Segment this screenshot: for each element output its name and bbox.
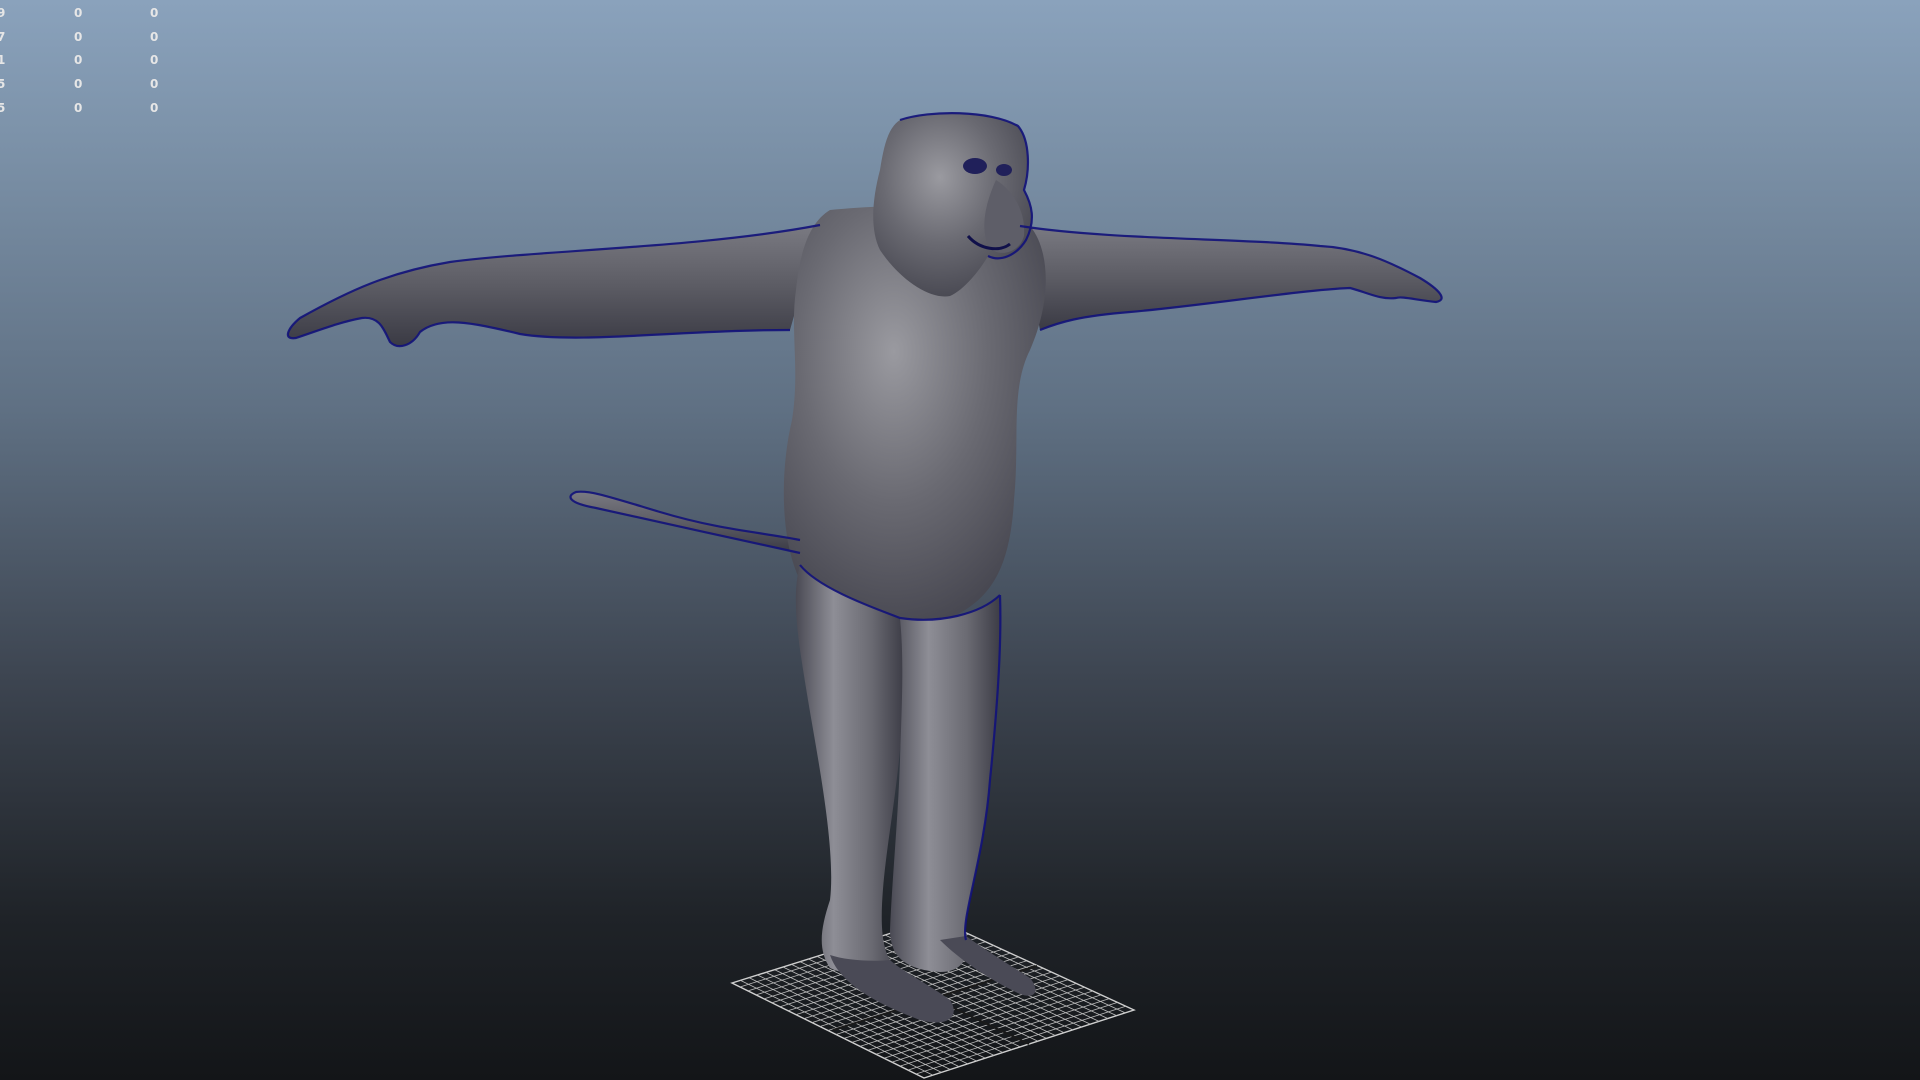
scene-canvas[interactable] — [0, 0, 1920, 1080]
monkey-mesh[interactable] — [250, 100, 1470, 1040]
3d-viewport[interactable]: 9 0 0 7 0 0 1 0 0 5 0 0 5 0 0 — [0, 0, 1920, 1080]
